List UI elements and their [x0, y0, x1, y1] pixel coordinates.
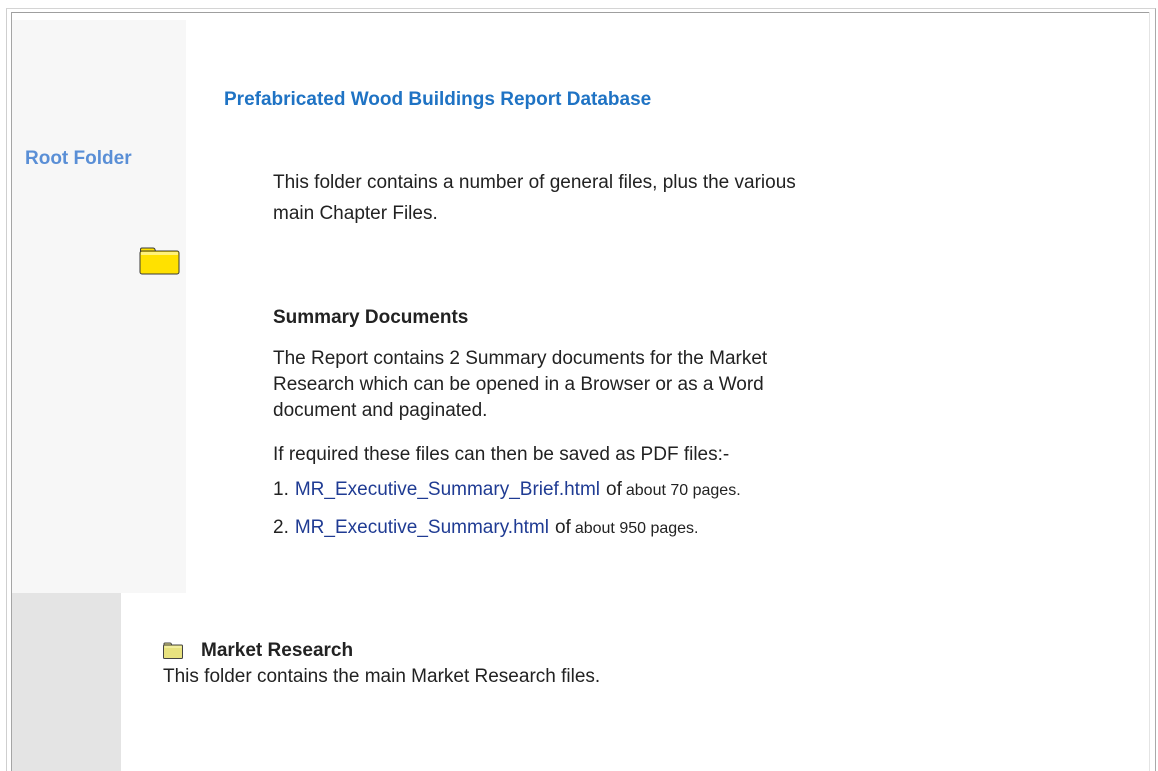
market-research-heading[interactable]: Market Research — [201, 640, 353, 662]
list-item-of: of — [606, 479, 622, 500]
folder-icon[interactable] — [163, 642, 183, 659]
root-folder-label: Root Folder — [25, 148, 132, 169]
list-item-number: 2. — [273, 517, 289, 538]
list-item-of: of — [554, 517, 571, 538]
executive-summary-brief-link[interactable]: MR_Executive_Summary_Brief.html — [295, 479, 600, 500]
summary-desc-line-3: document and paginated. — [273, 400, 488, 421]
market-research-description: This folder contains the main Market Res… — [163, 666, 601, 687]
pdf-note: If required these files can then be save… — [273, 444, 730, 465]
frame-top-border — [11, 12, 1150, 13]
list-item: 1. MR_Executive_Summary_Brief.html of about… — [273, 479, 741, 501]
folder-icon — [139, 247, 180, 275]
intro-line-2: main Chapter Files. — [273, 203, 438, 224]
summary-heading: Summary Documents — [273, 307, 469, 328]
list-item: 2. MR_Executive_Summary.html of about 950 p… — [273, 517, 699, 539]
list-item-number: 1. — [273, 479, 289, 500]
sidebar-market-research-panel — [12, 593, 121, 771]
intro-line-1: This folder contains a number of general… — [273, 172, 796, 193]
sidebar-root-panel — [12, 20, 186, 593]
list-item-size: about 70 pages. — [625, 482, 741, 499]
frame-right-border — [1149, 12, 1150, 771]
list-item-size: about 950 pages. — [574, 520, 699, 537]
page: Root Folder Prefabricated Wood Buildings… — [0, 0, 1158, 771]
executive-summary-link[interactable]: MR_Executive_Summary.html — [295, 517, 549, 538]
page-title: Prefabricated Wood Buildings Report Data… — [224, 89, 652, 110]
